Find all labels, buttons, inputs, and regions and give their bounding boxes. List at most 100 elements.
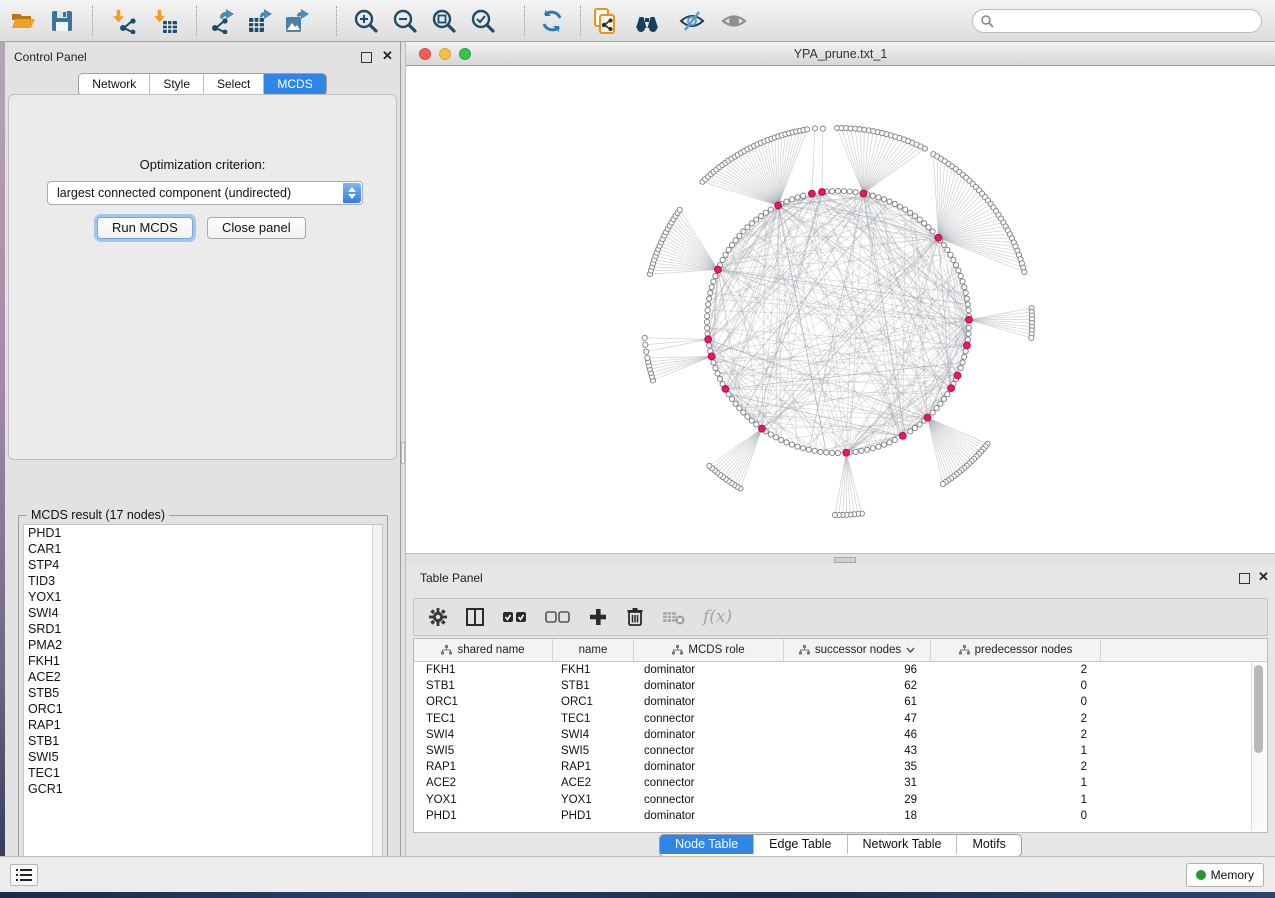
horizontal-splitter[interactable]: [406, 553, 1275, 565]
mcds-result-item[interactable]: FKH1: [24, 653, 382, 669]
zoom-out-button[interactable]: [392, 8, 418, 34]
table-settings-gear-icon[interactable]: [428, 607, 448, 627]
tab-mcds[interactable]: MCDS: [263, 74, 325, 95]
mcds-result-item[interactable]: TID3: [24, 573, 382, 589]
memory-button[interactable]: Memory: [1186, 863, 1264, 887]
application-window: Control Panel ✕ Network Style Select MCD…: [0, 0, 1275, 898]
tab-node-table[interactable]: Node Table: [660, 835, 753, 854]
float-panel-icon[interactable]: [361, 52, 372, 63]
table-row[interactable]: STB1STB1dominator620: [414, 678, 1267, 694]
scrollbar-thumb[interactable]: [1254, 665, 1263, 753]
mcds-result-item[interactable]: SWI4: [24, 605, 382, 621]
network-window-titlebar[interactable]: YPA_prune.txt_1: [406, 42, 1275, 66]
export-table-button[interactable]: [247, 8, 273, 34]
column-header-name[interactable]: name: [553, 639, 634, 661]
mcds-result-item[interactable]: PMA2: [24, 637, 382, 653]
zoom-fit-button[interactable]: [431, 8, 457, 34]
table-row[interactable]: SWI4SWI4dominator462: [414, 727, 1267, 743]
mcds-result-item[interactable]: SRD1: [24, 621, 382, 637]
table-cell: 2: [931, 664, 1101, 676]
show-column-panel-icon[interactable]: [465, 607, 485, 627]
table-cell: 1: [931, 777, 1101, 789]
mcds-result-item[interactable]: GCR1: [24, 781, 382, 797]
table-cell: 1: [931, 794, 1101, 806]
table-row[interactable]: ACE2ACE2connector311: [414, 775, 1267, 791]
zoom-in-button[interactable]: [353, 8, 379, 34]
optimization-criterion-select[interactable]: largest connected component (undirected): [47, 181, 363, 205]
export-image-button[interactable]: [284, 8, 310, 34]
mcds-result-item[interactable]: SWI5: [24, 749, 382, 765]
mcds-tab-content: Optimization criterion: largest connecte…: [8, 94, 397, 460]
table-row[interactable]: TEC1TEC1connector472: [414, 711, 1267, 727]
open-session-button[interactable]: [10, 8, 36, 34]
table-row[interactable]: PHD1PHD1dominator180: [414, 808, 1267, 824]
zoom-selected-icon: [470, 8, 496, 34]
table-cell: dominator: [634, 696, 784, 708]
list-icon: [16, 868, 32, 882]
column-header-shared-name[interactable]: shared name: [414, 639, 553, 661]
table-row[interactable]: RAP1RAP1dominator352: [414, 759, 1267, 775]
column-header-mcds-role[interactable]: MCDS role: [634, 639, 784, 661]
delete-column-trash-icon[interactable]: [625, 607, 645, 627]
table-scrollbar[interactable]: [1251, 662, 1266, 831]
mcds-result-item[interactable]: CAR1: [24, 541, 382, 557]
table-cell: 29: [784, 794, 931, 806]
tab-style[interactable]: Style: [149, 74, 203, 95]
save-session-button[interactable]: [49, 8, 75, 34]
show-panel-button[interactable]: [721, 8, 747, 34]
mcds-result-item[interactable]: ORC1: [24, 701, 382, 717]
close-panel-button[interactable]: Close panel: [207, 217, 306, 239]
mcds-result-item[interactable]: TEC1: [24, 765, 382, 781]
table-row[interactable]: ORC1ORC1dominator610: [414, 694, 1267, 710]
splitter-handle[interactable]: [401, 442, 405, 464]
tab-network-table[interactable]: Network Table: [847, 835, 957, 854]
table-header-row: shared name name MCDS role successor nod…: [414, 639, 1267, 662]
close-panel-icon[interactable]: ✕: [1258, 570, 1269, 584]
mcds-result-item[interactable]: YOX1: [24, 589, 382, 605]
splitter-handle[interactable]: [834, 557, 856, 563]
hide-panel-button[interactable]: [679, 8, 705, 34]
column-header-predecessor-nodes[interactable]: predecessor nodes: [931, 639, 1101, 661]
table-row[interactable]: FKH1FKH1dominator962: [414, 662, 1267, 678]
column-header-successor-nodes[interactable]: successor nodes: [784, 639, 931, 661]
table-row[interactable]: SWI5SWI5connector431: [414, 743, 1267, 759]
run-mcds-button[interactable]: Run MCDS: [97, 217, 193, 239]
search-network-button[interactable]: [634, 8, 660, 34]
export-network-icon: [210, 8, 236, 34]
tab-motifs[interactable]: Motifs: [956, 835, 1020, 854]
control-panel-header: Control Panel ✕: [5, 42, 400, 70]
toolbar-separator: [524, 6, 525, 36]
tab-network[interactable]: Network: [79, 74, 149, 95]
network-canvas[interactable]: [406, 66, 1275, 553]
tab-select[interactable]: Select: [203, 74, 263, 95]
add-column-icon[interactable]: [588, 607, 608, 627]
table-cell: 0: [931, 810, 1101, 822]
table-row[interactable]: YOX1YOX1connector291: [414, 792, 1267, 808]
tab-edge-table[interactable]: Edge Table: [753, 835, 846, 854]
table-cell: PHD1: [414, 810, 553, 822]
mcds-result-item[interactable]: ACE2: [24, 669, 382, 685]
select-all-icon[interactable]: [502, 607, 528, 627]
mcds-result-item[interactable]: STB1: [24, 733, 382, 749]
import-table-button[interactable]: [153, 8, 179, 34]
refresh-button[interactable]: [539, 8, 565, 34]
import-network-button[interactable]: [112, 8, 138, 34]
clone-network-button[interactable]: [592, 8, 618, 34]
mcds-result-item[interactable]: PHD1: [24, 525, 382, 541]
table-cell: RAP1: [414, 761, 553, 773]
deselect-all-icon[interactable]: [545, 607, 571, 627]
float-panel-icon[interactable]: [1239, 573, 1250, 584]
zoom-selected-button[interactable]: [470, 8, 496, 34]
search-input[interactable]: [994, 11, 1261, 31]
mcds-list-scrollbar[interactable]: [372, 525, 382, 881]
close-panel-icon[interactable]: ✕: [382, 49, 393, 63]
table-cell: 62: [784, 680, 931, 692]
mcds-result-item[interactable]: RAP1: [24, 717, 382, 733]
mcds-result-item[interactable]: STP4: [24, 557, 382, 573]
export-network-button[interactable]: [210, 8, 236, 34]
task-history-button[interactable]: [10, 864, 38, 886]
search-box[interactable]: [972, 9, 1262, 33]
toolbar-separator: [92, 6, 93, 36]
mcds-result-item[interactable]: STB5: [24, 685, 382, 701]
delete-table-icon: [662, 607, 686, 627]
